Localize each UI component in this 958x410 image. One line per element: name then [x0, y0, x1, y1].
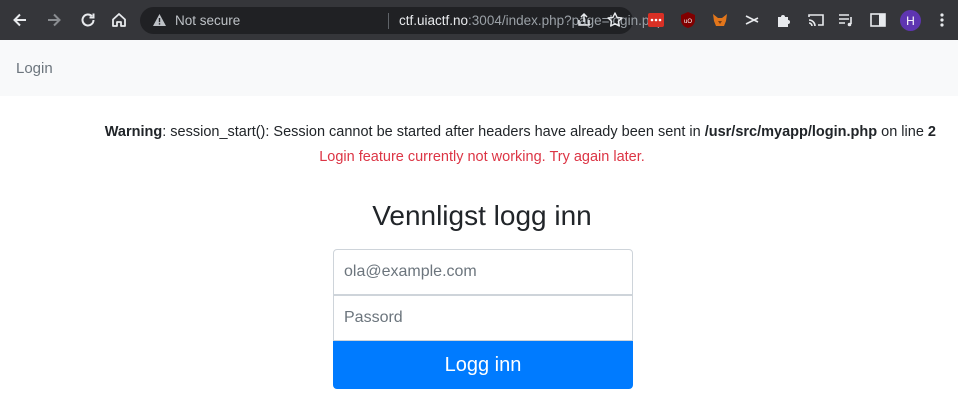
metamask-fox-icon[interactable] — [710, 10, 730, 30]
svg-text:uO: uO — [684, 19, 692, 25]
address-bar[interactable]: Not secure ctf.uiactf.no:3004/index.php?… — [140, 7, 664, 34]
bookmark-star-icon[interactable] — [606, 11, 624, 29]
side-panel-icon[interactable] — [868, 10, 888, 30]
password-input[interactable] — [333, 295, 633, 341]
extensions-puzzle-icon[interactable] — [774, 10, 794, 30]
arrow-left-icon — [13, 13, 26, 27]
url-path: :3004/index.php?page=login.php — [468, 13, 665, 28]
warning-label: Warning — [104, 124, 163, 140]
error-message: Login feature currently not working. Try… — [319, 149, 645, 165]
url-text[interactable]: ctf.uiactf.no:3004/index.php?page=login.… — [399, 13, 664, 28]
address-separator — [388, 13, 389, 29]
warning-triangle-icon[interactable] — [152, 13, 167, 27]
email-input[interactable] — [333, 249, 633, 295]
back-button[interactable] — [8, 8, 32, 32]
reload-button[interactable] — [76, 8, 100, 32]
browser-menu-icon[interactable] — [932, 10, 952, 30]
warning-file: /usr/src/myapp/login.php — [704, 124, 878, 140]
login-heading: Vennligst logg inn — [372, 200, 592, 231]
home-icon — [112, 13, 126, 27]
security-status[interactable]: Not secure — [175, 13, 240, 28]
extension-1-icon[interactable] — [646, 10, 666, 30]
reload-icon — [81, 13, 95, 27]
url-host: ctf.uiactf.no — [399, 13, 469, 28]
arrow-right-icon — [48, 13, 61, 27]
login-button[interactable]: Logg inn — [333, 341, 633, 389]
media-control-icon[interactable] — [836, 10, 856, 30]
warning-message: : session_start(): Session cannot be sta… — [162, 124, 705, 140]
ublock-icon[interactable]: uO — [678, 10, 698, 30]
page-navbar: Login — [0, 40, 958, 96]
navbar-brand-login[interactable]: Login — [16, 60, 53, 77]
share-icon[interactable] — [576, 12, 592, 28]
browser-toolbar: Not secure ctf.uiactf.no:3004/index.php?… — [0, 0, 958, 40]
forward-button[interactable] — [42, 8, 66, 32]
profile-avatar[interactable]: H — [900, 10, 921, 31]
warning-on-line: on line — [877, 124, 928, 140]
cast-icon[interactable] — [806, 10, 826, 30]
warning-line-number: 2 — [927, 124, 936, 140]
extension-scissors-icon[interactable] — [742, 10, 762, 30]
home-button[interactable] — [107, 8, 131, 32]
